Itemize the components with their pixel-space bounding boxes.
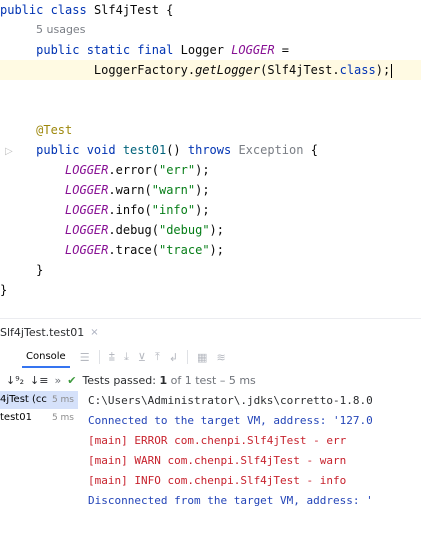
log-arg: "warn" [151,183,196,197]
run-tab-bar: Slf4jTest.test01 × [0,319,421,345]
status-prefix: Tests passed: [82,373,160,387]
field-name: LOGGER [231,43,275,57]
log-call: .info( [108,203,152,217]
field-assign: = [274,43,290,57]
log-arg: "info" [151,203,196,217]
tab-console[interactable]: Console [22,347,70,368]
log-call: .trace( [108,243,159,257]
field-modifiers: public static final [36,43,181,57]
factory-prefix: LoggerFactory. [93,63,196,77]
method-paren: () [166,143,188,157]
text-caret [391,63,393,78]
tests-status: Tests passed: 1 of 1 test – 5 ms [82,374,255,387]
close-brace: } [36,263,44,277]
code-line-close-class[interactable]: } [0,280,421,300]
collapse-icon[interactable]: ≋ [216,351,225,364]
menu-lines-icon[interactable]: ☰ [80,351,90,364]
class-keyword: class [339,63,376,77]
close-icon[interactable]: × [90,327,98,338]
import-icon[interactable]: ⊻ [138,351,146,364]
logger-ref: LOGGER [65,223,109,237]
code-line-class-decl[interactable]: public class Slf4jTest { [0,0,421,20]
log-call: .warn( [108,183,152,197]
exception-type: Exception [238,143,304,157]
console-line: C:\Users\Administrator\.jdks\corretto-1.… [88,394,373,407]
download-icon[interactable]: ⤓ [124,350,129,364]
close-brace: } [0,283,8,297]
usages-hint[interactable]: 5 usages [36,23,85,36]
upload-icon[interactable]: ⤒ [155,350,160,364]
code-line-factory-call[interactable]: LoggerFactory.getLogger(Slf4jTest.class)… [0,60,421,80]
tree-item-label: 4jTest (cc [0,394,47,405]
grid-icon[interactable]: ▦ [197,351,207,364]
code-line-log-info[interactable]: LOGGER.info("info"); [0,200,421,220]
code-line-close-method[interactable]: } [0,260,421,280]
tree-row-test[interactable]: test01 5 ms [0,409,78,427]
status-count: 1 [159,373,168,387]
console-line: Disconnected from the target VM, address… [88,494,373,507]
divider [98,350,100,364]
status-suffix: of 1 test – 5 ms [167,373,256,387]
code-line-log-trace[interactable]: LOGGER.trace("trace"); [0,240,421,260]
factory-method: getLogger [195,63,261,77]
code-line-log-debug[interactable]: LOGGER.debug("debug"); [0,220,421,240]
more-chevron-icon[interactable]: » [54,374,61,387]
log-end: ); [195,183,210,197]
console-line: [main] ERROR com.chenpi.Slf4jTest - err [88,434,347,447]
console-output[interactable]: C:\Users\Administrator\.jdks\corretto-1.… [80,391,421,538]
factory-end: ); [375,63,391,77]
code-line-method-decl[interactable]: public void test01() throws Exception { [0,140,421,160]
test-status-bar: ↓⁹₂ ↓≡ » ✔ Tests passed: 1 of 1 test – 5… [0,369,421,391]
code-line-annotation[interactable]: @Test [0,120,421,140]
logger-ref: LOGGER [65,183,109,197]
log-end: ); [209,223,224,237]
tree-row-class[interactable]: 4jTest (cc 5 ms [0,391,78,409]
test-tree: 4jTest (cc 5 ms test01 5 ms [0,391,78,538]
log-arg: "trace" [158,243,210,257]
log-call: .error( [108,163,159,177]
sort-numeric-icon[interactable]: ↓⁹₂ [6,374,24,387]
code-line-log-error[interactable]: LOGGER.error("err"); [0,160,421,180]
code-line-log-warn[interactable]: LOGGER.warn("warn"); [0,180,421,200]
divider [187,350,189,364]
field-type: Logger [180,43,232,57]
method-brace: { [303,143,318,157]
log-arg: "err" [158,163,196,177]
log-end: ); [195,163,210,177]
logger-ref: LOGGER [65,243,109,257]
code-line-field-decl[interactable]: public static final Logger LOGGER = [0,40,421,60]
method-name: test01 [122,143,167,157]
scroll-up-icon[interactable]: ⩲ [109,350,115,364]
soft-wrap-icon[interactable]: ↲ [169,351,178,364]
keyword-class: class [50,3,94,17]
log-arg: "debug" [158,223,210,237]
logger-ref: LOGGER [65,163,109,177]
console-line: [main] INFO com.chenpi.Slf4jTest - info [88,474,347,487]
tree-item-time: 5 ms [51,395,74,405]
run-tab[interactable]: Slf4jTest.test01 × [0,326,99,339]
run-tab-label: Slf4jTest.test01 [0,325,85,339]
class-name: Slf4jTest { [93,3,174,17]
console-actions: ☰ ⩲ ⤓ ⊻ ⤒ ↲ ▦ ≋ [80,350,226,364]
keyword-public: public [0,3,51,17]
throws-keyword: throws [187,143,239,157]
console-line: Connected to the target VM, address: '12… [88,414,373,427]
console-line: [main] WARN com.chenpi.Slf4jTest - warn [88,454,347,467]
run-toolbar: Console ☰ ⩲ ⤓ ⊻ ⤒ ↲ ▦ ≋ [0,345,421,369]
log-end: ); [209,243,224,257]
factory-arg: (Slf4jTest. [260,63,340,77]
test-annotation: @Test [36,123,73,137]
method-modifiers: public void [36,143,123,157]
log-end: ); [195,203,210,217]
code-editor[interactable]: public class Slf4jTest { 5 usages public… [0,0,421,308]
log-call: .debug( [108,223,159,237]
tree-item-label: test01 [0,412,32,423]
logger-ref: LOGGER [65,203,109,217]
check-icon: ✔ [67,373,77,387]
sort-alpha-icon[interactable]: ↓≡ [30,374,48,387]
run-tool-window: Slf4jTest.test01 × Console ☰ ⩲ ⤓ ⊻ ⤒ ↲ ▦… [0,318,421,538]
tree-item-time: 5 ms [51,413,74,423]
